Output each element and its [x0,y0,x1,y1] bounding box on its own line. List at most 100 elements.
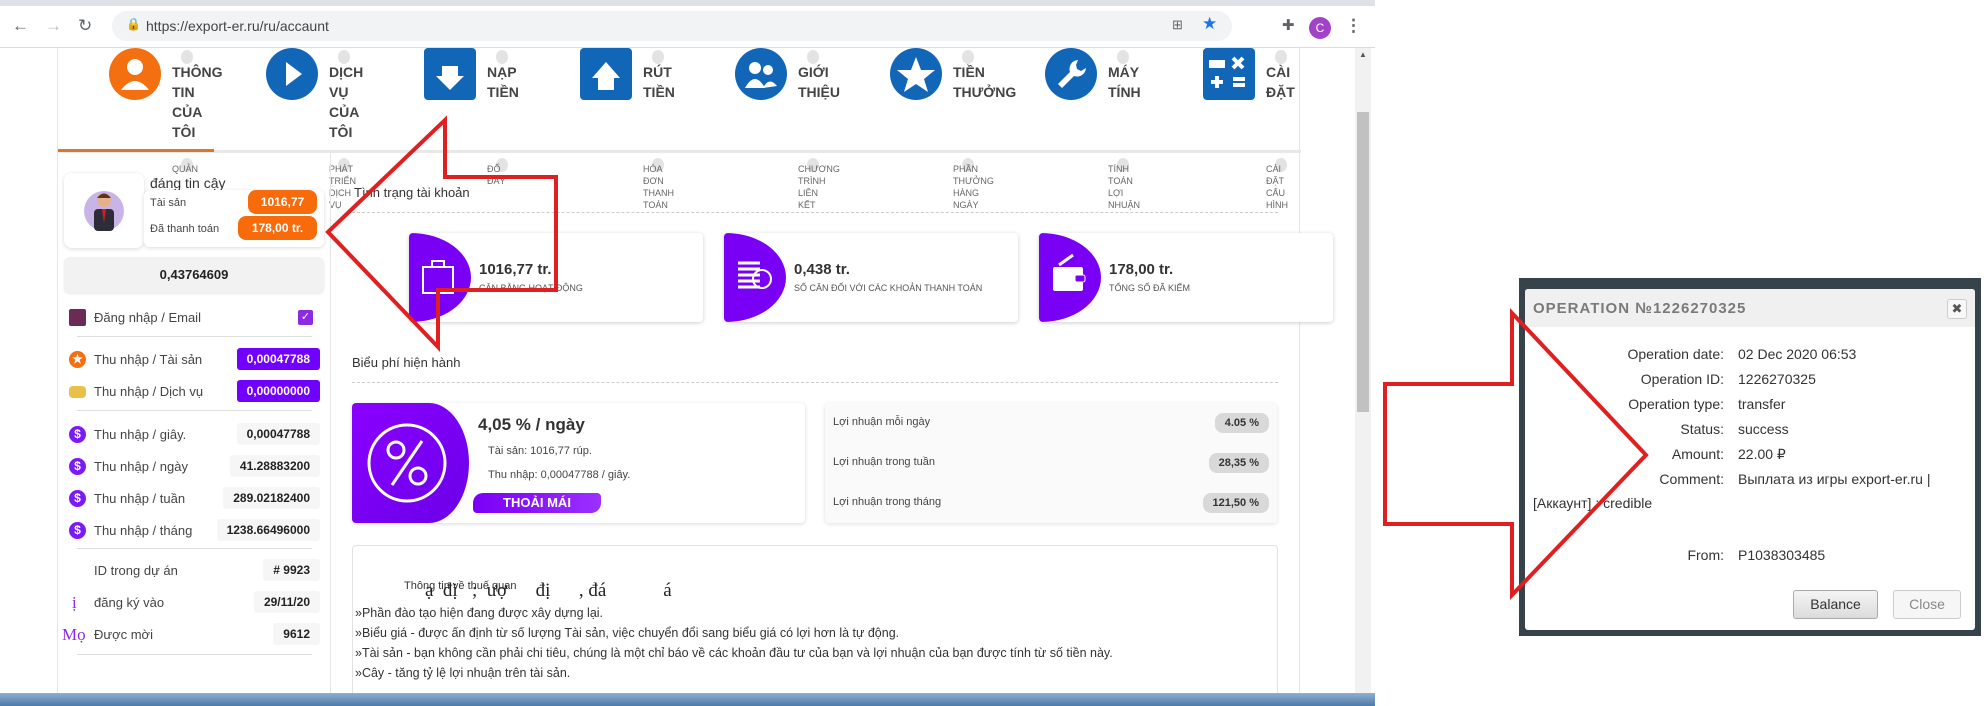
income-rate-value: 0,00047788 [236,423,320,445]
dollar-icon: $ [69,458,86,475]
stat-value: 1016,77 tr. [479,261,552,278]
income-rate-row: $ Thu nhập / giây. 0,00047788 [66,423,324,447]
scrollbar[interactable]: ▲ [1355,48,1371,693]
user-icon [109,48,161,100]
percent-icon [367,423,447,503]
divider [77,654,312,655]
tariff-title: Biểu phí hiện hành [352,355,461,370]
dollar-icon: $ [69,426,86,443]
info-line: »Cây - tăng tỷ lệ lợi nhuận trên tài sản… [355,666,571,680]
invited-label: Được mời [94,627,153,642]
star-icon: ★ [69,351,86,368]
menu-icon[interactable]: ⋮ [1345,16,1362,36]
account-status-title: Tình trạng tài khoản [354,185,470,200]
login-row: Đăng nhập / Email ✓ [66,306,324,330]
detail-value: transfer [1738,396,1786,412]
info-line: »Biểu giá - được ấn định từ số lượng Tài… [355,626,900,640]
account-stat-card: 1016,77 tr. CÂN BẰNG HOẠT ĐỘNG [409,233,703,322]
tariff-rate: 4,05 % / ngày [478,415,585,434]
stat-value: 0,438 tr. [794,261,850,278]
balance-button[interactable]: Balance [1793,590,1878,619]
profit-row: Lợi nhuận trong tháng 121,50 % [833,493,1269,513]
reload-icon[interactable]: ↻ [78,16,92,36]
translate-icon[interactable]: ⊞ [1172,17,1183,33]
scrollbar-thumb[interactable] [1357,112,1369,412]
income-rate-row: $ Thu nhập / tuần 289.02182400 [66,487,324,511]
plan-button[interactable]: THOẢI MÁI [473,493,601,513]
profit-label: Lợi nhuận trong tháng [833,496,942,508]
dollar-icon: $ [69,522,86,539]
income-rate-label: Thu nhập / tháng [94,523,193,538]
close-button[interactable]: Close [1893,590,1961,619]
info-line: »Tài sản - bạn không cần phải chi tiêu, … [355,646,1113,660]
income-rate-label: Thu nhập / giây. [94,427,187,442]
assets-label: Tài sản [150,197,187,209]
close-icon[interactable]: ✖ [1947,299,1967,319]
detail-label: Status: [1680,421,1724,437]
page: THÔNG TIN CỦA TÔI DỊCH VỤ CỦA TÔI NẠP TIỀN RÚT TIỀN… [0,48,1355,693]
profit-label: Lợi nhuận trong tuần [833,456,936,468]
login-checkbox[interactable]: ✓ [298,310,313,325]
nav-label: THÔNG TIN CỦA TÔI [172,64,223,140]
address-bar[interactable]: 🔒 https://export-er.ru/ru/accaunt ⊞ ★ [112,11,1232,41]
taskbar [0,693,1375,706]
businessman-avatar-icon [84,191,124,231]
stat-label: TỔNG SỐ ĐÃ KIẾM [1109,283,1191,293]
account-stat-card: 0,438 tr. SỐ CÂN ĐỐI VỚI CÁC KHOẢN THANH … [724,233,1018,322]
income-service-row: Thu nhập / Dịch vụ 0,00000000 [66,380,324,404]
income-rate-value: 41.28883200 [229,455,320,477]
project-id-value: # 9923 [263,559,320,581]
trust-status: đáng tin cậy [150,175,226,191]
back-icon[interactable]: ← [12,16,29,36]
registered-row: ị đăng ký vào 29/11/20 [66,591,324,615]
detail-label: Amount: [1671,446,1724,462]
comment-continuation: [Аккаунт] : credible [1533,495,1653,511]
income-service-label: Thu nhập / Dịch vụ [94,384,204,399]
detail-label: Operation ID: [1640,371,1724,387]
paid-label: Đã thanh toán [150,223,220,235]
scroll-up-icon[interactable]: ▲ [1359,50,1367,59]
tariff-income: Thu nhập: 0,00047788 / giây. [488,469,631,481]
project-id-row: ID trong dự án # 9923 [66,559,324,583]
profile-avatar[interactable]: C [1309,17,1331,39]
broken-glyphs: ạ đị ; ượ đị , đá á [425,580,672,601]
lock-icon: 🔒 [126,17,141,31]
wallet-icon [1039,233,1101,322]
divider [77,336,312,337]
detail-label: Operation date: [1627,346,1724,362]
stat-value: 178,00 tr. [1109,261,1174,278]
browser-toolbar: ← → ↻ 🔒 https://export-er.ru/ru/accaunt … [0,6,1375,48]
info-line: »Phần đào tạo hiện đang được xây dựng lạ… [355,606,604,620]
main-content: Tình trạng tài khoản Biểu phí hiện hành … [341,48,1333,693]
income-rate-row: $ Thu nhập / ngày 41.28883200 [66,455,324,479]
profile-summary: Tài sản 1016,77 Đã thanh toán 178,00 tr. [144,190,324,247]
invited-value: 9612 [273,623,320,645]
tariff-assets: Tài sản: 1016,77 rúp. [488,445,592,457]
car-icon [69,386,86,398]
account-stat-card: 178,00 tr. TỔNG SỐ ĐÃ KIẾM [1039,233,1333,322]
profit-value: 4.05 % [1214,413,1269,433]
profit-row: Lợi nhuận trong tuần 28,35 % [833,453,1269,473]
coins-icon [724,233,786,322]
project-id-label: ID trong dự án [94,563,178,578]
income-assets-row: ★ Thu nhập / Tài sản 0,00047788 [66,348,324,372]
bookmark-star-icon[interactable]: ★ [1202,14,1217,34]
from-value: P1038303485 [1738,547,1826,563]
url-text: https://export-er.ru/ru/accaunt [146,18,329,34]
assets-badge: 1016,77 [248,190,317,214]
dialog-title: OPERATION №1226270325 [1533,300,1747,317]
income-assets-value: 0,00047788 [236,348,320,370]
income-assets-label: Thu nhập / Tài sản [94,352,203,367]
dollar-icon: $ [69,490,86,507]
divider [352,382,1278,383]
profit-row: Lợi nhuận mỗi ngày 4.05 % [833,413,1269,433]
forward-icon[interactable]: → [45,16,62,36]
profit-label: Lợi nhuận mỗi ngày [833,416,931,428]
nav-active-indicator [58,149,214,152]
divider [352,212,1278,213]
divider [77,548,312,549]
extensions-icon[interactable]: ✚ [1282,16,1295,34]
play-icon [266,48,318,100]
income-rate-label: Thu nhập / ngày [94,459,188,474]
tariff-card-accent [352,403,469,523]
